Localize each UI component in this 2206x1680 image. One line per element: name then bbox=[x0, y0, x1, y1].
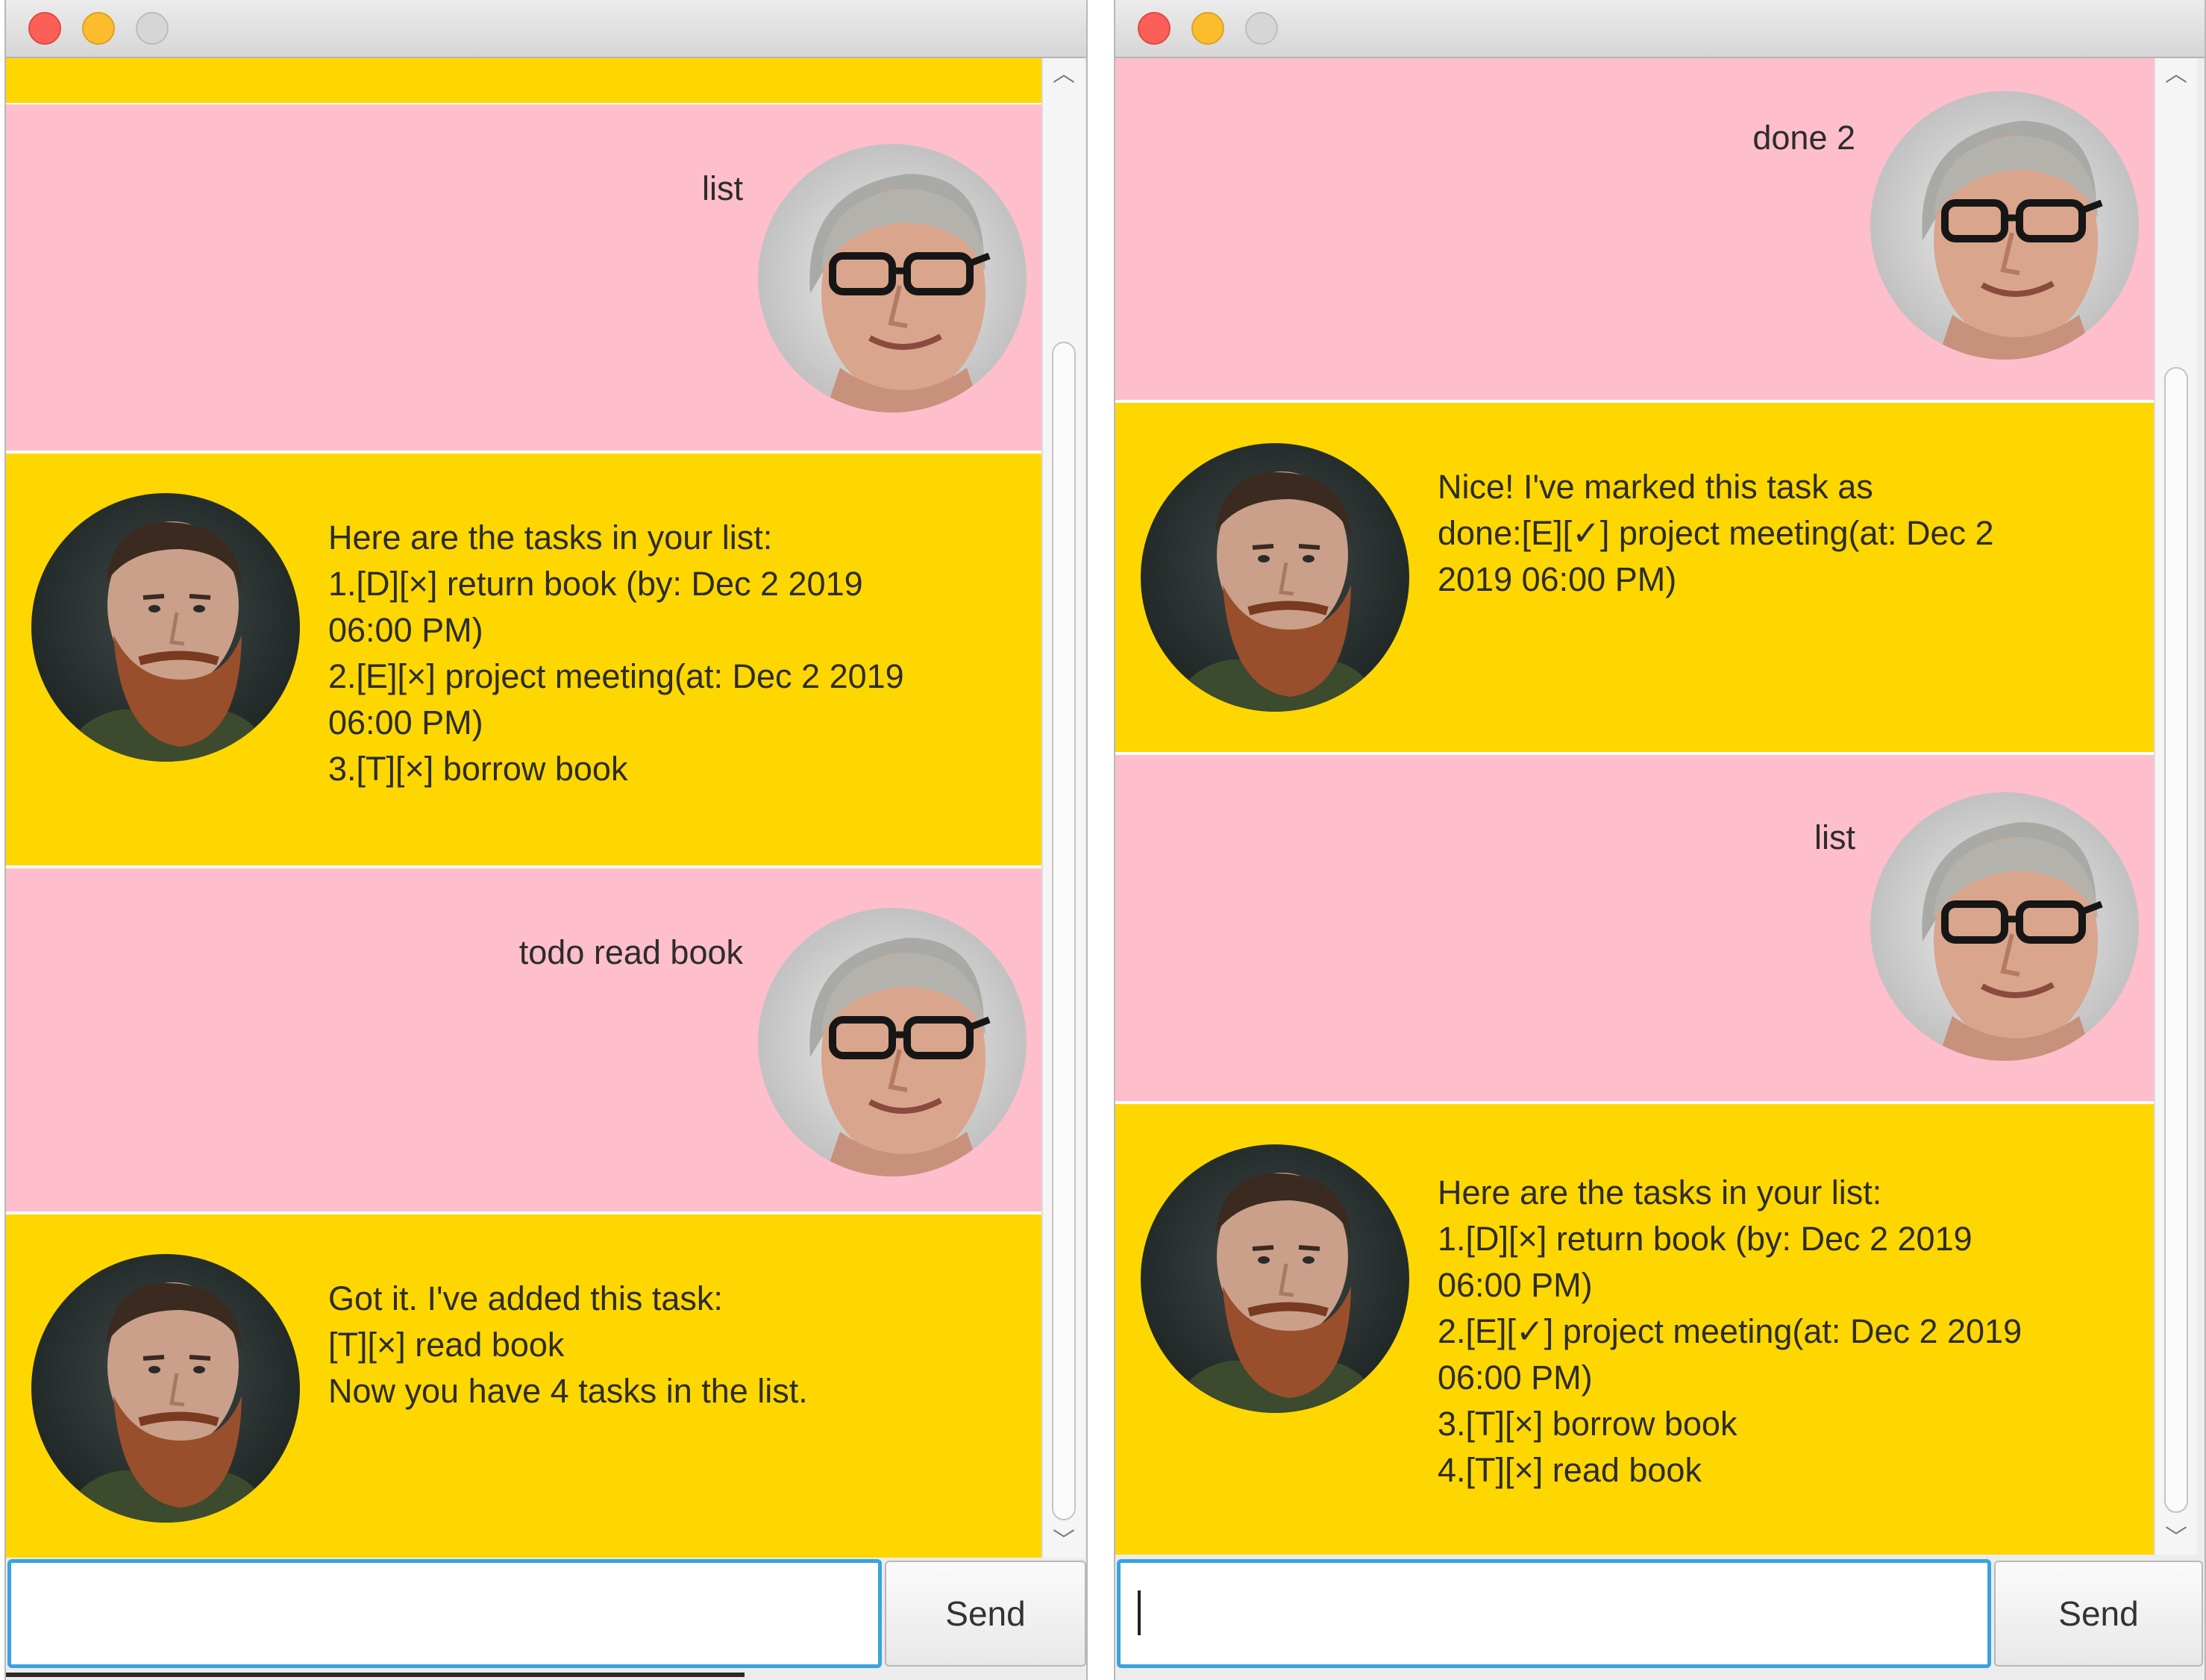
user-avatar-icon bbox=[758, 144, 1027, 413]
duke-avatar-icon bbox=[31, 1254, 300, 1523]
duke-avatar-icon bbox=[1141, 1144, 1409, 1413]
user-message-text: list bbox=[1814, 818, 1855, 856]
window-gap bbox=[1088, 0, 1114, 1680]
dialog-container[interactable]: list Here are the tasks in your list: 1.… bbox=[6, 58, 1041, 1558]
title-bar bbox=[6, 0, 1086, 58]
right-chat-window: done 2 Nice! I've marked this task as do… bbox=[1114, 0, 2206, 1680]
duke-dialog bbox=[6, 58, 1041, 103]
message-input[interactable] bbox=[1117, 1559, 1991, 1668]
duke-dialog: Here are the tasks in your list: 1.[D][×… bbox=[1115, 1104, 2154, 1555]
user-dialog: done 2 bbox=[1115, 58, 2154, 400]
user-message-text: todo read book bbox=[518, 933, 743, 971]
title-bar bbox=[1115, 0, 2205, 58]
user-message-text: list bbox=[702, 169, 743, 207]
duke-avatar-icon bbox=[31, 493, 300, 762]
user-avatar-icon bbox=[1870, 91, 2139, 360]
input-row: Send bbox=[1115, 1558, 2205, 1680]
user-avatar-icon bbox=[758, 908, 1027, 1176]
duke-dialog: Nice! I've marked this task as done:[E][… bbox=[1115, 403, 2154, 752]
user-avatar-icon bbox=[1870, 792, 2139, 1061]
chevron-down-icon[interactable]: ﹀ bbox=[1043, 1525, 1085, 1558]
scroll-thumb[interactable] bbox=[1052, 342, 1076, 1520]
duke-message-text: Nice! I've marked this task as done:[E][… bbox=[1438, 468, 1994, 598]
chevron-down-icon[interactable]: ﹀ bbox=[2155, 1522, 2197, 1555]
minimize-window-button[interactable] bbox=[1191, 12, 1224, 45]
zoom-window-button[interactable] bbox=[1245, 12, 1278, 45]
message-input[interactable] bbox=[7, 1559, 882, 1668]
close-window-button[interactable] bbox=[28, 12, 61, 45]
user-message-text: done 2 bbox=[1752, 119, 1855, 157]
duke-dialog: Got it. I've added this task: [T][×] rea… bbox=[6, 1214, 1041, 1558]
divider bbox=[6, 1673, 745, 1677]
vertical-scrollbar[interactable]: ︿ ﹀ bbox=[2154, 58, 2197, 1555]
duke-message-text: Got it. I've added this task: [T][×] rea… bbox=[328, 1279, 808, 1410]
user-dialog: todo read book bbox=[6, 868, 1041, 1212]
user-dialog: list bbox=[1115, 755, 2154, 1101]
dialog-container[interactable]: done 2 Nice! I've marked this task as do… bbox=[1115, 58, 2154, 1555]
zoom-window-button[interactable] bbox=[136, 12, 169, 45]
chevron-up-icon[interactable]: ︿ bbox=[2155, 58, 2197, 91]
send-button[interactable]: Send bbox=[1994, 1561, 2203, 1667]
user-dialog: list bbox=[6, 104, 1041, 451]
text-caret bbox=[1138, 1590, 1141, 1635]
minimize-window-button[interactable] bbox=[82, 12, 115, 45]
duke-message-text: Here are the tasks in your list: 1.[D][×… bbox=[1438, 1173, 2022, 1489]
close-window-button[interactable] bbox=[1138, 12, 1171, 45]
input-row: Send bbox=[6, 1558, 1086, 1680]
chevron-up-icon[interactable]: ︿ bbox=[1043, 58, 1085, 91]
send-button[interactable]: Send bbox=[885, 1561, 1086, 1667]
vertical-scrollbar[interactable]: ︿ ﹀ bbox=[1041, 58, 1085, 1558]
scroll-thumb[interactable] bbox=[2164, 367, 2188, 1513]
duke-avatar-icon bbox=[1141, 443, 1409, 712]
duke-dialog: Here are the tasks in your list: 1.[D][×… bbox=[6, 454, 1041, 865]
left-chat-window: list Here are the tasks in your list: 1.… bbox=[4, 0, 1088, 1680]
duke-message-text: Here are the tasks in your list: 1.[D][×… bbox=[328, 518, 904, 788]
